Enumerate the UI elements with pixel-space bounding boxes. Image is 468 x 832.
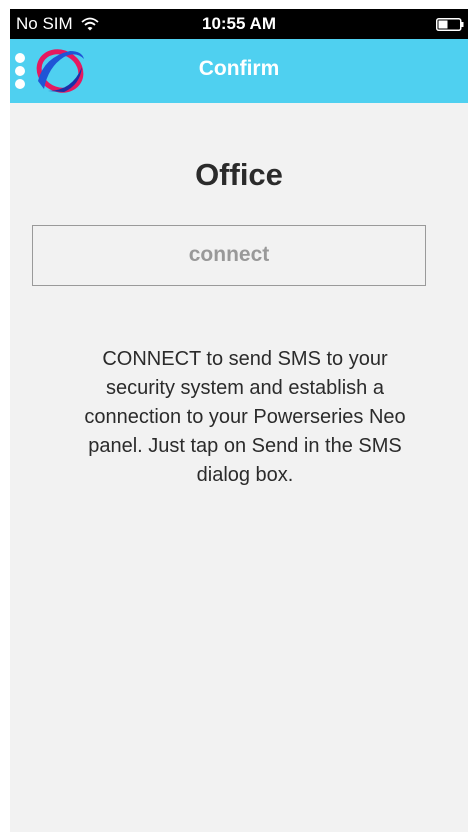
battery-icon — [436, 18, 464, 31]
page-title: Office — [195, 157, 283, 192]
nav-bar: Confirm — [10, 39, 468, 103]
status-time: 10:55 AM — [201, 14, 276, 33]
nav-title: Confirm — [198, 57, 280, 80]
instructions-text: CONNECT to send SMS to your security sys… — [84, 348, 406, 486]
connect-button[interactable]: connect — [32, 225, 426, 286]
app-screen: No SIM 10:55 AM Confirm Office connect C… — [10, 9, 468, 832]
status-bar: No SIM 10:55 AM — [10, 9, 468, 39]
